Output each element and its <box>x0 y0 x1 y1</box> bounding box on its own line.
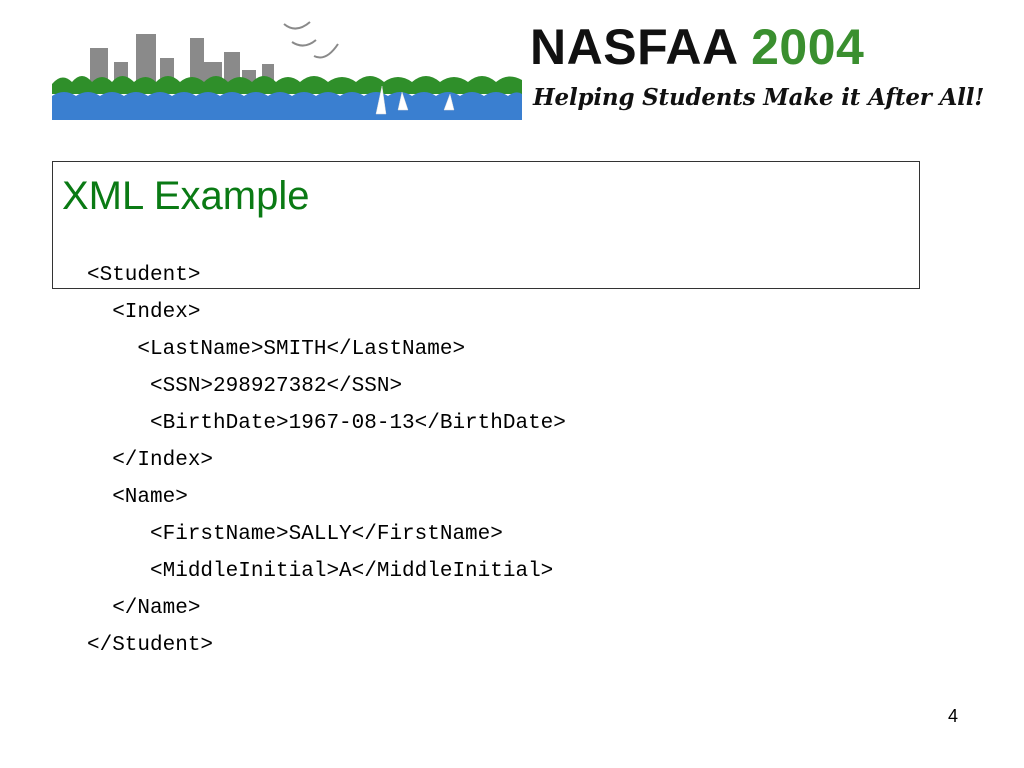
tagline: Helping Students Make it After All! <box>533 84 985 111</box>
code-line: <MiddleInitial>A</MiddleInitial> <box>87 560 554 583</box>
code-line: </Name> <box>87 597 201 620</box>
code-line: </Index> <box>87 449 214 472</box>
code-line: <SSN>298927382</SSN> <box>87 375 403 398</box>
slide-title: XML Example <box>62 174 310 218</box>
code-line: </Student> <box>87 634 214 657</box>
logo-title-year: 2004 <box>751 19 865 75</box>
page-number: 4 <box>948 706 959 726</box>
code-line: <Student> <box>87 264 201 287</box>
shoreline-trees <box>52 76 522 94</box>
code-line: <FirstName>SALLY</FirstName> <box>87 523 503 546</box>
slide: NASFAA 2004 Helping Students Make it Aft… <box>0 0 1024 768</box>
code-line: <BirthDate>1967-08-13</BirthDate> <box>87 412 566 435</box>
code-line: <LastName>SMITH</LastName> <box>87 338 466 361</box>
code-line: <Index> <box>87 301 201 324</box>
code-line: <Name> <box>87 486 188 509</box>
logo-title-org: NASFAA <box>530 19 752 75</box>
logo-title: NASFAA 2004 <box>530 20 864 74</box>
banner-illustration <box>52 14 522 120</box>
